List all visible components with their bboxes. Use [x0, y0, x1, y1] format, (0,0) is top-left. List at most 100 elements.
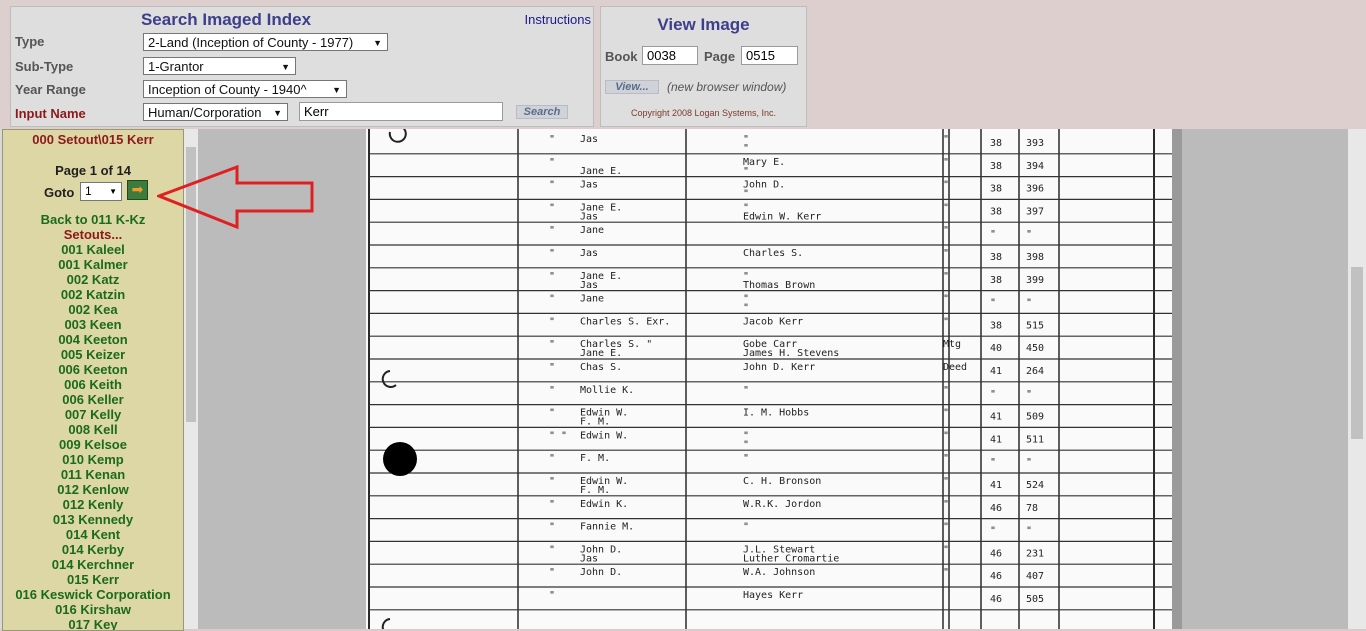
goto-select[interactable]: 1 ▼: [80, 182, 122, 201]
right-scrollbar[interactable]: [1348, 129, 1366, 629]
grantee-name: ": [743, 453, 749, 464]
setout-item[interactable]: 006 Keeton: [3, 362, 183, 377]
search-panel: Search Imaged Index Instructions Type 2-…: [10, 6, 594, 127]
grantee-name: ": [743, 143, 749, 154]
setout-item[interactable]: 006 Keller: [3, 392, 183, 407]
book-number: 46: [990, 503, 1002, 514]
grantor-name: Chas S.: [580, 362, 622, 373]
setout-item[interactable]: 002 Katzin: [3, 287, 183, 302]
book-number: 38: [990, 320, 1002, 331]
grantor-name: Jas: [580, 180, 598, 191]
grantee-name: C. H. Bronson: [743, 476, 821, 487]
page-number: ": [1026, 457, 1032, 468]
grantor-name: F. M.: [580, 485, 610, 496]
setout-item[interactable]: 007 Kelly: [3, 407, 183, 422]
type-label: Type: [15, 34, 45, 49]
view-button[interactable]: View...: [605, 80, 659, 94]
book-number: 38: [990, 138, 1002, 149]
arrow-right-icon: ➡: [131, 182, 144, 198]
instrument-type: ": [943, 385, 949, 396]
book-number: ": [990, 298, 996, 309]
chevron-down-icon: ▼: [373, 38, 382, 48]
setouts-label[interactable]: Setouts...: [3, 227, 183, 242]
grantor-name: Jas: [580, 280, 598, 291]
book-number: 41: [990, 366, 1002, 377]
setout-item[interactable]: 008 Kell: [3, 422, 183, 437]
ditto-mark: ": [549, 408, 555, 419]
grantee-name: Thomas Brown: [743, 280, 815, 291]
grantor-name: Jas: [580, 248, 598, 259]
instrument-type: Mtg: [943, 339, 961, 350]
setout-item[interactable]: 010 Kemp: [3, 452, 183, 467]
setout-item[interactable]: 014 Kent: [3, 527, 183, 542]
grantor-name: Jas: [580, 553, 598, 564]
document-scan: " Jas " " " 38 393 " Jane E. Mary E. " " 38 394 " Jas Jo…: [368, 129, 1182, 629]
chevron-down-icon: ▼: [332, 85, 341, 95]
setout-item[interactable]: 003 Keen: [3, 317, 183, 332]
subtype-label: Sub-Type: [15, 59, 74, 74]
setout-item[interactable]: 002 Katz: [3, 272, 183, 287]
search-button[interactable]: Search: [516, 105, 568, 119]
page-number: 407: [1026, 571, 1044, 582]
setout-item[interactable]: 016 Keswick Corporation: [3, 587, 183, 602]
setout-item[interactable]: 014 Kerby: [3, 542, 183, 557]
setout-item[interactable]: 001 Kaleel: [3, 242, 183, 257]
ditto-mark: ": [549, 499, 555, 510]
back-link[interactable]: Back to 011 K-Kz: [3, 212, 183, 227]
instrument-type: ": [943, 180, 949, 191]
ditto-mark: " ": [549, 430, 567, 441]
book-input[interactable]: 0038: [642, 46, 698, 65]
type-select[interactable]: 2-Land (Inception of County - 1977) ▼: [143, 33, 388, 51]
ditto-mark: ": [549, 271, 555, 282]
ditto-mark: ": [549, 248, 555, 259]
view-image-panel: View Image Book 0038 Page 0515 View... (…: [600, 6, 807, 127]
nav-title: 000 Setout\015 Kerr: [32, 132, 154, 147]
setout-item[interactable]: 012 Kenly: [3, 497, 183, 512]
ditto-mark: ": [549, 544, 555, 555]
book-number: 38: [990, 206, 1002, 217]
ditto-mark: ": [549, 385, 555, 396]
page-input[interactable]: 0515: [741, 46, 798, 65]
instrument-type: ": [943, 225, 949, 236]
setout-item[interactable]: 013 Kennedy: [3, 512, 183, 527]
book-number: 38: [990, 161, 1002, 172]
name-type-select[interactable]: Human/Corporation ▼: [143, 103, 288, 121]
setout-item[interactable]: 004 Keeton: [3, 332, 183, 347]
book-number: 40: [990, 343, 1002, 354]
page-number: 511: [1026, 434, 1044, 445]
setout-item[interactable]: 012 Kenlow: [3, 482, 183, 497]
book-number: 41: [990, 412, 1002, 423]
year-range-select[interactable]: Inception of County - 1940^ ▼: [143, 80, 347, 98]
setout-item[interactable]: 015 Kerr: [3, 572, 183, 587]
setout-item[interactable]: 009 Kelsoe: [3, 437, 183, 452]
instrument-type: ": [943, 248, 949, 259]
instrument-type: ": [943, 271, 949, 282]
page-number: 524: [1026, 480, 1044, 491]
goto-button[interactable]: ➡: [127, 180, 148, 200]
setout-item[interactable]: 016 Kirshaw: [3, 602, 183, 617]
subtype-select[interactable]: 1-Grantor ▼: [143, 57, 296, 75]
scrollbar-thumb[interactable]: [1351, 267, 1363, 439]
ditto-mark: ": [549, 590, 555, 601]
setout-item[interactable]: 014 Kerchner: [3, 557, 183, 572]
punch-hole: [383, 442, 417, 476]
page-number: 505: [1026, 594, 1044, 605]
ditto-mark: ": [549, 453, 555, 464]
setout-item[interactable]: 005 Keizer: [3, 347, 183, 362]
book-number: ": [990, 457, 996, 468]
name-input[interactable]: Kerr: [299, 102, 503, 121]
page-number: 78: [1026, 503, 1038, 514]
page-number: 394: [1026, 161, 1044, 172]
page-number: 231: [1026, 548, 1044, 559]
copyright-text: Copyright 2008 Logan Systems, Inc.: [630, 108, 777, 118]
grantee-name: ": [743, 385, 749, 396]
setout-item[interactable]: 001 Kalmer: [3, 257, 183, 272]
year-range-label: Year Range: [15, 82, 86, 97]
grantee-name: ": [743, 189, 749, 200]
setout-item[interactable]: 002 Kea: [3, 302, 183, 317]
setout-item[interactable]: 011 Kenan: [3, 467, 183, 482]
instructions-link[interactable]: Instructions: [525, 12, 591, 27]
grantor-name: Mollie K.: [580, 385, 634, 396]
grantee-name: ": [743, 166, 749, 177]
setout-item[interactable]: 006 Keith: [3, 377, 183, 392]
